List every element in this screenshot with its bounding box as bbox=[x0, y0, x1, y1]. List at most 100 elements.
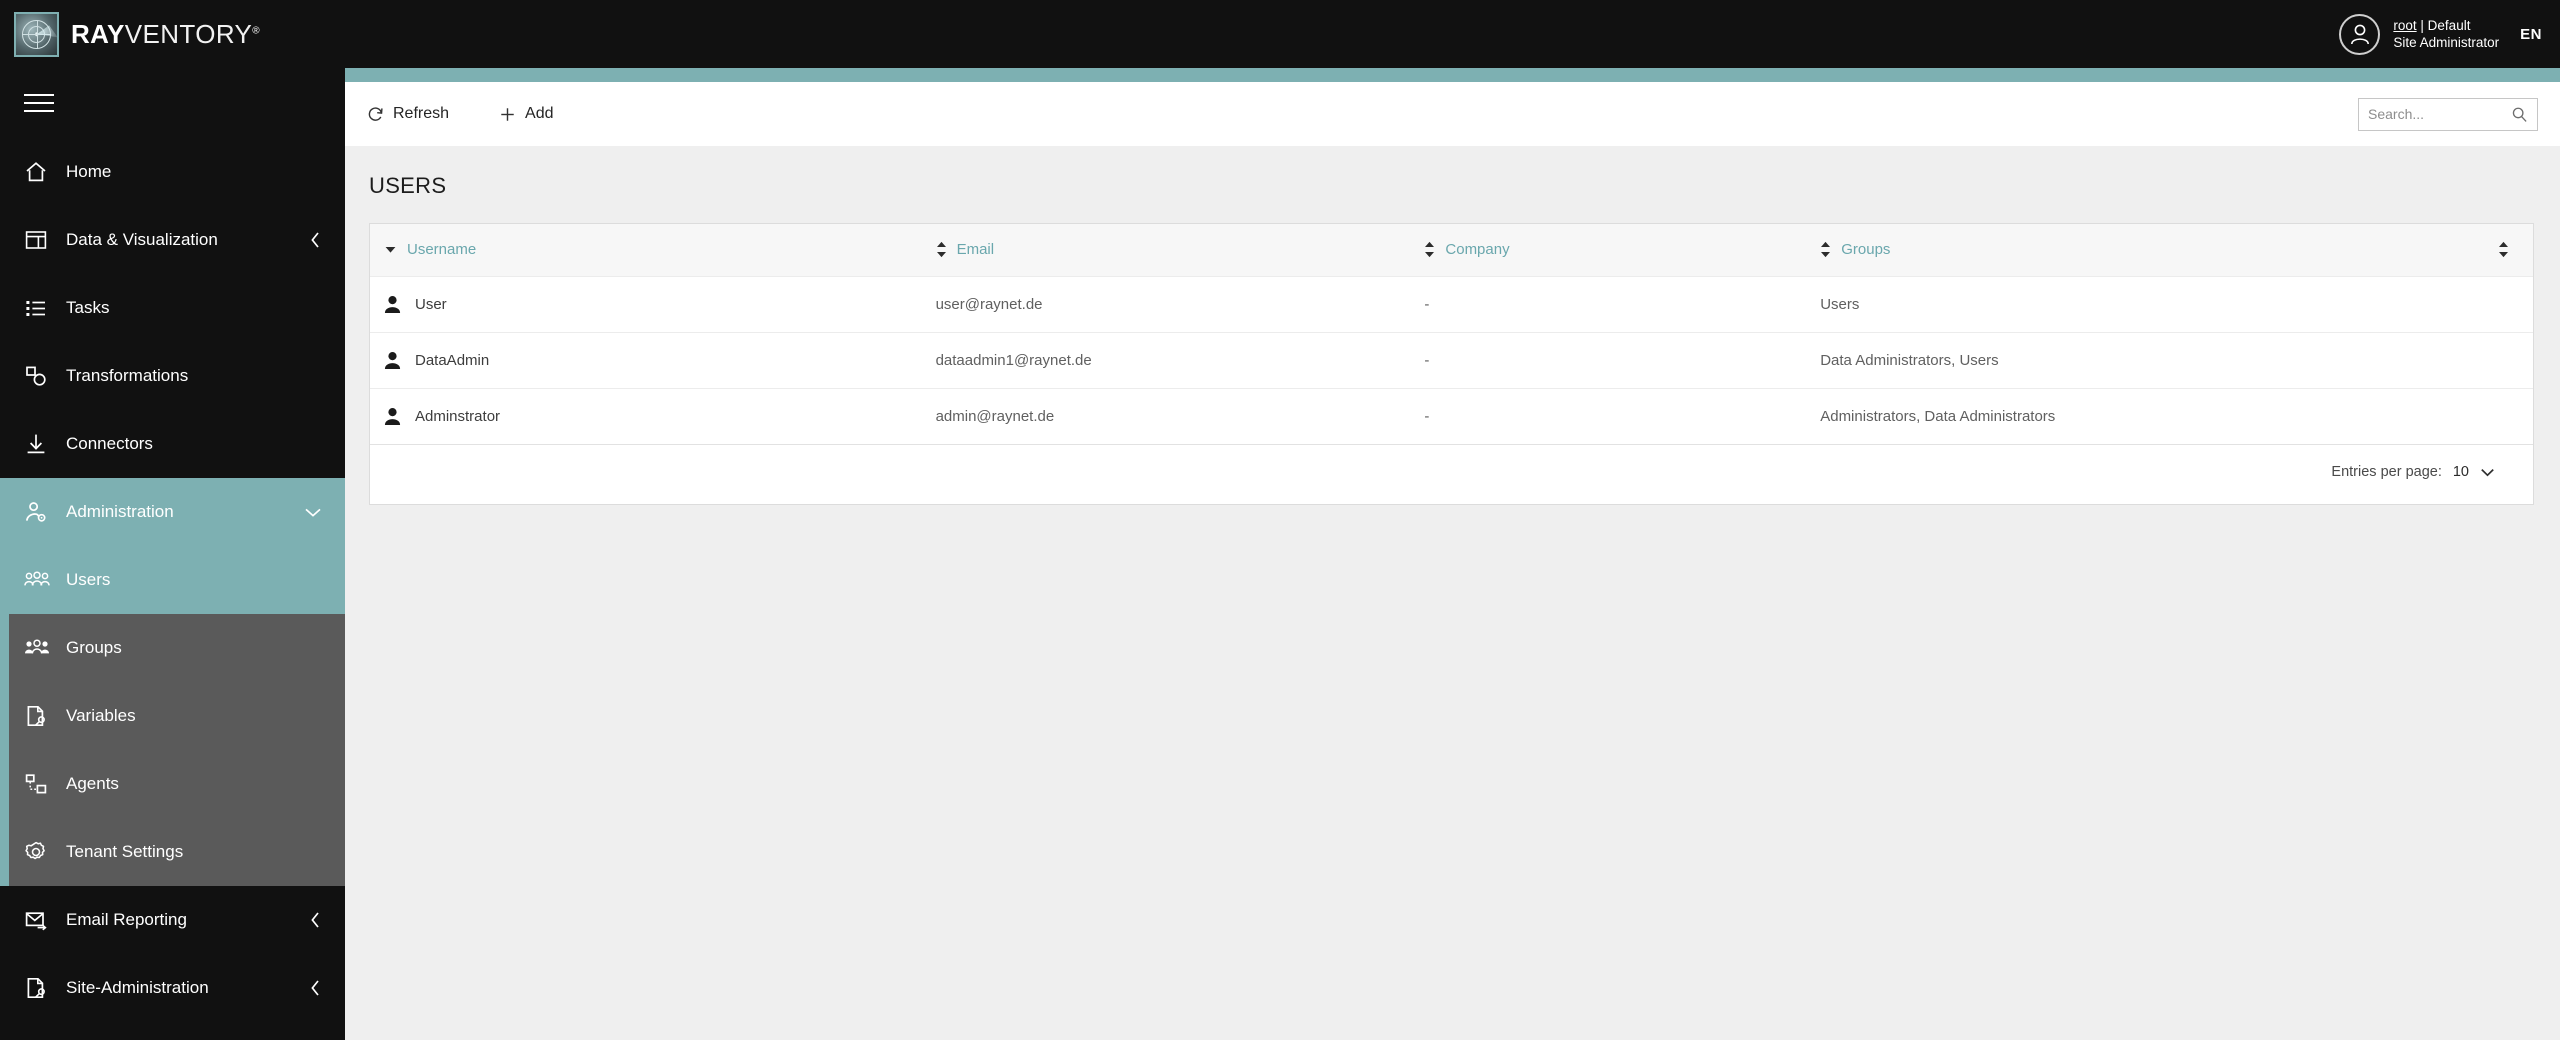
column-header-label: Username bbox=[407, 241, 476, 258]
user-role: Site Administrator bbox=[2393, 34, 2499, 51]
app-header: RAYVENTORY® root | Default Site Administ… bbox=[0, 0, 2560, 68]
tenant-name: Default bbox=[2428, 18, 2471, 33]
cell-groups: Administrators, Data Administrators bbox=[1806, 389, 2472, 445]
username-value: User bbox=[415, 296, 447, 313]
username-value: DataAdmin bbox=[415, 352, 489, 369]
cell-email: admin@raynet.de bbox=[922, 389, 1411, 445]
column-header-company[interactable]: Company bbox=[1410, 224, 1806, 276]
column-header-username[interactable]: Username bbox=[370, 224, 922, 276]
sidebar-item-administration[interactable]: Administration bbox=[0, 478, 345, 546]
user-account-area[interactable]: root | Default Site Administrator EN bbox=[2339, 14, 2560, 55]
cell-username: User bbox=[370, 277, 922, 333]
user-separator: | bbox=[2420, 18, 2424, 33]
brand-registered-mark: ® bbox=[252, 25, 260, 36]
brand[interactable]: RAYVENTORY® bbox=[0, 12, 260, 57]
search-input[interactable] bbox=[2368, 106, 2511, 122]
table-footer: Entries per page: 10 bbox=[370, 445, 2533, 499]
sidebar-item-tasks[interactable]: Tasks bbox=[0, 274, 345, 342]
sort-icon[interactable] bbox=[936, 241, 947, 258]
sidebar-item-label: Users bbox=[66, 570, 345, 590]
agents-icon bbox=[24, 772, 58, 796]
chevron-down-icon[interactable] bbox=[304, 506, 322, 519]
main-content: Refresh Add USERS bbox=[345, 82, 2560, 1040]
radar-logo-icon bbox=[14, 12, 59, 57]
sidebar-item-variables[interactable]: Variables bbox=[9, 682, 345, 750]
email-icon bbox=[24, 908, 58, 932]
column-header-label: Groups bbox=[1841, 241, 1890, 258]
sidebar-item-email-reporting[interactable]: Email Reporting bbox=[0, 886, 345, 954]
sidebar-item-site-administration[interactable]: Site-Administration bbox=[0, 954, 345, 1022]
sidebar-item-label: Transformations bbox=[66, 366, 345, 386]
language-selector[interactable]: EN bbox=[2520, 26, 2542, 43]
download-icon bbox=[24, 432, 58, 456]
refresh-icon bbox=[367, 106, 384, 123]
column-header-email[interactable]: Email bbox=[922, 224, 1411, 276]
table-row[interactable]: Adminstrator admin@raynet.de - Administr… bbox=[370, 389, 2533, 445]
sidebar-item-tenant-settings[interactable]: Tenant Settings bbox=[9, 818, 345, 886]
search-box[interactable] bbox=[2358, 98, 2538, 131]
table-header: Username Email bbox=[370, 224, 2533, 276]
sidebar-item-users[interactable]: Users bbox=[0, 546, 345, 614]
sort-icon[interactable] bbox=[1820, 241, 1831, 258]
sidebar-item-label: Variables bbox=[66, 706, 345, 726]
sidebar-item-connectors[interactable]: Connectors bbox=[0, 410, 345, 478]
sidebar-item-label: Groups bbox=[66, 638, 345, 658]
accent-divider bbox=[0, 68, 2560, 82]
sort-descending-icon[interactable] bbox=[384, 243, 397, 256]
brand-name-bold: RAY bbox=[71, 19, 125, 49]
brand-name-light: VENTORY bbox=[125, 19, 253, 49]
sidebar-item-label: Site-Administration bbox=[66, 978, 309, 998]
column-header-actions[interactable] bbox=[2472, 224, 2533, 276]
column-header-label: Email bbox=[957, 241, 995, 258]
entries-per-page-value[interactable]: 10 bbox=[2453, 464, 2469, 480]
cell-username: DataAdmin bbox=[370, 333, 922, 389]
sidebar-item-data-visualization[interactable]: Data & Visualization bbox=[0, 206, 345, 274]
sidebar-item-label: Administration bbox=[66, 502, 304, 522]
sidebar-toggle-button[interactable] bbox=[0, 68, 345, 138]
user-identity-line: root | Default bbox=[2393, 17, 2499, 34]
search-icon[interactable] bbox=[2511, 106, 2528, 123]
cell-email: dataadmin1@raynet.de bbox=[922, 333, 1411, 389]
column-header-label: Company bbox=[1445, 241, 1509, 258]
cell-username: Adminstrator bbox=[370, 389, 922, 445]
column-header-groups[interactable]: Groups bbox=[1806, 224, 2472, 276]
cell-company: - bbox=[1410, 276, 1806, 333]
cell-actions bbox=[2472, 276, 2533, 333]
sidebar-item-home[interactable]: Home bbox=[0, 138, 345, 206]
sidebar-item-label: Email Reporting bbox=[66, 910, 309, 930]
groups-icon bbox=[24, 638, 58, 658]
hamburger-menu-icon bbox=[24, 89, 54, 118]
table-body: User user@raynet.de - Users DataAdmin da… bbox=[370, 276, 2533, 445]
sidebar: Home Data & Visualization Tasks Transfor… bbox=[0, 68, 345, 1040]
refresh-button[interactable]: Refresh bbox=[365, 99, 451, 129]
sidebar-item-groups[interactable]: Groups bbox=[9, 614, 345, 682]
add-label: Add bbox=[525, 105, 553, 123]
gear-icon bbox=[24, 840, 58, 864]
sidebar-item-label: Agents bbox=[66, 774, 345, 794]
add-button[interactable]: Add bbox=[497, 99, 555, 129]
sidebar-item-transformations[interactable]: Transformations bbox=[0, 342, 345, 410]
site-admin-icon bbox=[24, 976, 58, 1000]
home-icon bbox=[24, 160, 58, 184]
entries-per-page-label: Entries per page: bbox=[2331, 464, 2441, 480]
sort-icon[interactable] bbox=[2498, 241, 2509, 258]
sort-icon[interactable] bbox=[1424, 241, 1435, 258]
person-icon bbox=[384, 407, 401, 426]
chevron-left-icon[interactable] bbox=[309, 231, 322, 249]
content-toolbar: Refresh Add bbox=[345, 82, 2560, 146]
users-table-card: Username Email bbox=[369, 223, 2534, 505]
user-avatar-icon bbox=[2339, 14, 2380, 55]
sidebar-item-label: Data & Visualization bbox=[66, 230, 309, 250]
table-row[interactable]: DataAdmin dataadmin1@raynet.de - Data Ad… bbox=[370, 333, 2533, 389]
chevron-left-icon[interactable] bbox=[309, 979, 322, 997]
username-link[interactable]: root bbox=[2393, 18, 2416, 33]
cell-actions bbox=[2472, 333, 2533, 389]
cell-actions bbox=[2472, 389, 2533, 445]
table-row[interactable]: User user@raynet.de - Users bbox=[370, 276, 2533, 333]
person-icon bbox=[384, 295, 401, 314]
chevron-left-icon[interactable] bbox=[309, 911, 322, 929]
users-table: Username Email bbox=[370, 224, 2533, 445]
sidebar-item-agents[interactable]: Agents bbox=[9, 750, 345, 818]
cell-company: - bbox=[1410, 389, 1806, 445]
chevron-down-icon[interactable] bbox=[2480, 467, 2495, 478]
